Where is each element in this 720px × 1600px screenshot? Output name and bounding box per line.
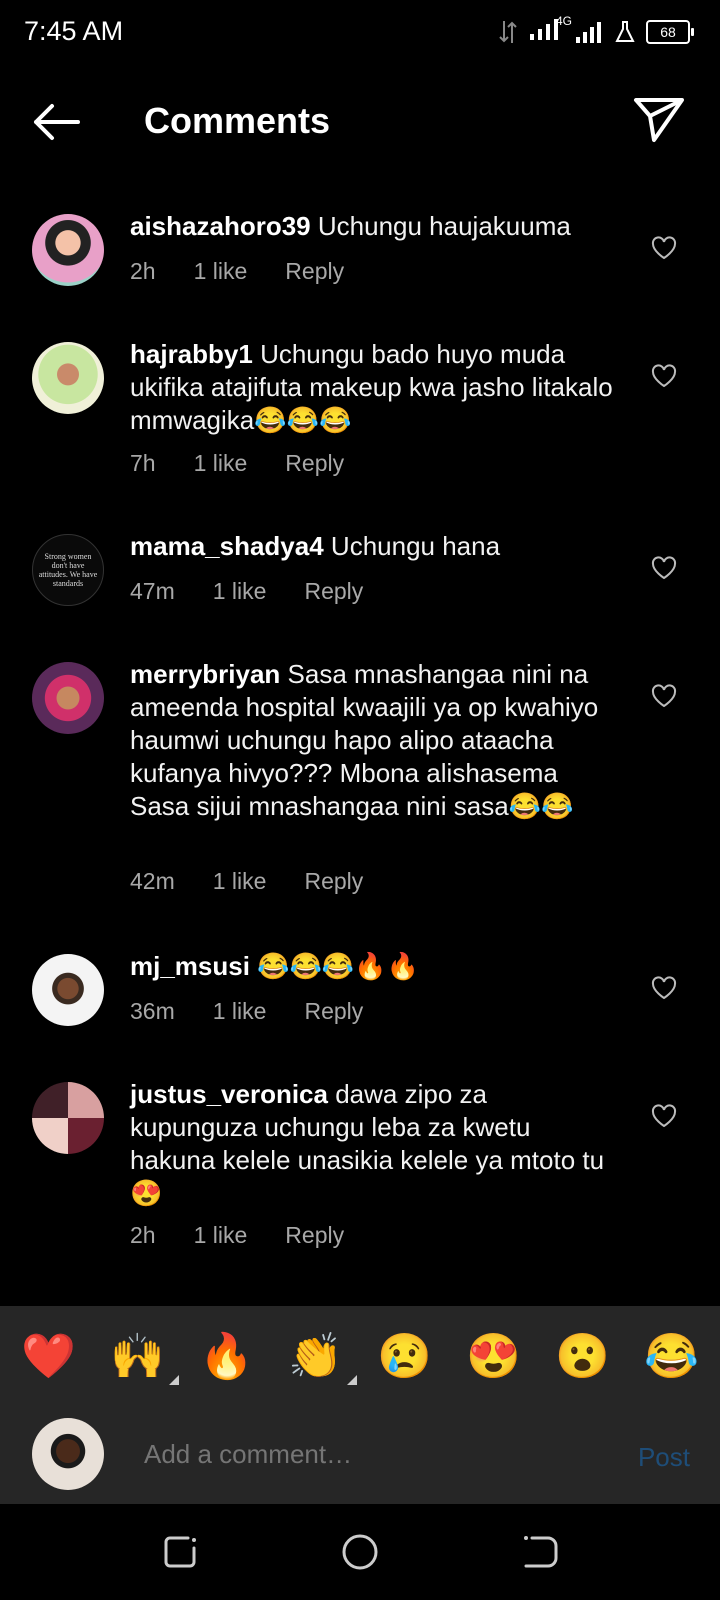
avatar-quote-text: Strong women don't have attitudes. We ha… [38,552,98,588]
comment-username[interactable]: hajrabby1 [130,339,253,369]
signal-strength-4g: 4G [528,14,572,47]
network-type: 4G [556,14,573,28]
reply-button[interactable]: Reply [285,1222,344,1249]
battery-icon: 68 [646,19,694,44]
my-avatar[interactable] [32,1418,104,1490]
post-button[interactable]: Post [638,1442,690,1473]
comment-composer: Post [0,1408,720,1504]
comment-text: 😂😂😂🔥🔥 [257,951,420,981]
comment-time: 2h [130,258,156,284]
reply-button[interactable]: Reply [285,450,344,477]
status-icons: 4G 68 [498,14,694,47]
comment-meta: 47m 1 like Reply [130,578,363,605]
comment-likes[interactable]: 1 like [194,258,248,285]
skin-tone-indicator-icon [168,1375,179,1385]
emoji-raising-hands[interactable]: 🙌 [110,1332,179,1385]
avatar[interactable] [32,214,104,286]
comment-item: hajrabby1 Uchungu bado huyo muda ukifika… [0,324,720,504]
comment-item: aishazahoro39 Uchungu haujakuuma 2h 1 lik… [0,196,720,316]
avatar[interactable] [32,954,104,1026]
like-heart-icon[interactable] [650,974,678,1002]
emoji-laughing[interactable]: 😂 [644,1335,699,1379]
avatar[interactable] [32,1082,104,1154]
comment-username[interactable]: justus_veronica [130,1079,328,1109]
comment-time: 42m [130,868,175,894]
reply-button[interactable]: Reply [285,258,344,285]
emoji-clapping-glyph: 👏 [288,1332,343,1381]
comment-time: 36m [130,998,175,1024]
home-circle-icon[interactable] [338,1530,382,1574]
page-title: Comments [144,100,331,141]
comment-meta: 2h 1 like Reply [130,1222,344,1249]
like-heart-icon[interactable] [650,362,678,390]
emoji-fire[interactable]: 🔥 [199,1335,254,1379]
comment-username[interactable]: mj_msusi [130,951,250,981]
emoji-heart[interactable]: ❤️ [21,1335,76,1379]
share-send-icon[interactable] [632,94,686,146]
comment-time: 7h [130,450,156,476]
avatar[interactable] [32,342,104,414]
comment-item: justus_veronica dawa zipo za kupunguza u… [0,1064,720,1254]
comment-meta: 36m 1 like Reply [130,998,363,1025]
status-time: 7:45 AM [24,16,124,46]
like-heart-icon[interactable] [650,1102,678,1130]
comment-text: Uchungu haujakuuma [317,211,571,241]
emoji-raising-hands-glyph: 🙌 [110,1332,165,1381]
comment-likes[interactable]: 1 like [213,578,267,605]
comment-username[interactable]: merrybriyan [130,659,280,689]
comment-likes[interactable]: 1 like [194,450,248,477]
emoji-crying[interactable]: 😢 [377,1335,432,1379]
comment-meta: 2h 1 like Reply [130,258,344,285]
comment-meta: 42m 1 like Reply [130,868,363,895]
emoji-heart-eyes[interactable]: 😍 [466,1335,521,1379]
recent-apps-icon[interactable] [158,1530,202,1574]
emoji-surprised[interactable]: 😮 [555,1335,610,1379]
comment-likes[interactable]: 1 like [213,998,267,1025]
signal-icon-2 [576,21,601,43]
comment-time: 47m [130,578,175,604]
comment-item: Strong women don't have attitudes. We ha… [0,516,720,636]
comment-text: Uchungu hana [330,531,501,561]
header: Comments [0,74,720,170]
comment-username[interactable]: aishazahoro39 [130,211,311,241]
emoji-reaction-bar: ❤️ 🙌 🔥 👏 😢 😍 😮 😂 [0,1306,720,1408]
back-nav-icon[interactable] [518,1530,562,1574]
comment-likes[interactable]: 1 like [213,868,267,895]
data-transfer-icon [499,20,517,43]
reply-button[interactable]: Reply [304,578,363,605]
avatar[interactable] [32,662,104,734]
like-heart-icon[interactable] [650,234,678,262]
comment-item: merrybriyan Sasa mnashangaa nini na amee… [0,644,720,924]
comment-input[interactable] [142,1438,586,1471]
emoji-clapping[interactable]: 👏 [288,1332,357,1385]
comment-time: 2h [130,1222,156,1248]
like-heart-icon[interactable] [650,682,678,710]
comment-item: mj_msusi 😂😂😂🔥🔥 36m 1 like Reply [0,936,720,1056]
reply-button[interactable]: Reply [304,868,363,895]
skin-tone-indicator-icon [346,1375,357,1385]
system-nav-bar [0,1504,720,1600]
reply-button[interactable]: Reply [304,998,363,1025]
battery-level: 68 [660,23,676,40]
avatar[interactable]: Strong women don't have attitudes. We ha… [32,534,104,606]
back-arrow-icon[interactable] [28,98,84,146]
comment-username[interactable]: mama_shadya4 [130,531,324,561]
like-heart-icon[interactable] [650,554,678,582]
comment-meta: 7h 1 like Reply [130,450,344,477]
status-bar: 7:45 AM 4G 68 [0,0,720,64]
flask-icon [615,20,635,42]
comment-likes[interactable]: 1 like [194,1222,248,1249]
